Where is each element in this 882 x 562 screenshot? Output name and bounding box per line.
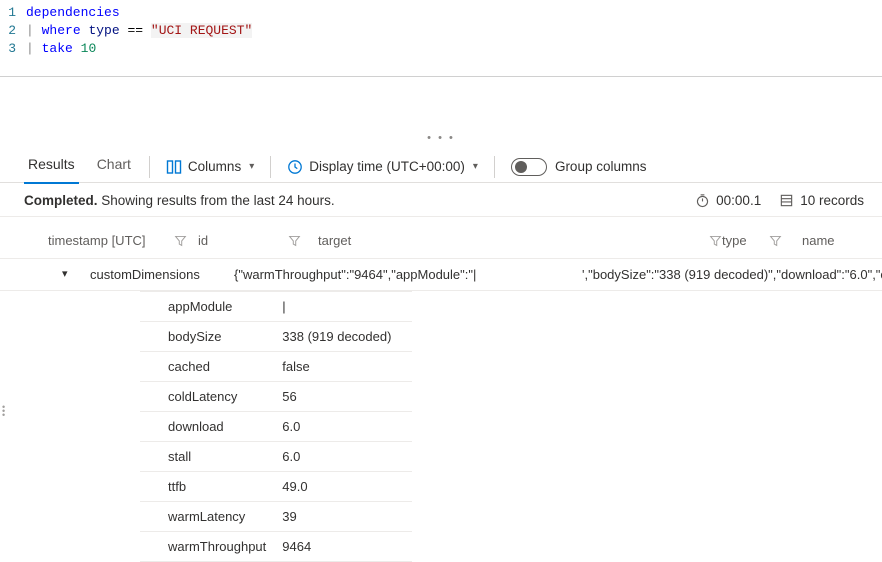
detail-value: | [282, 292, 412, 322]
detail-value: 6.0 [282, 412, 412, 442]
expanded-row-customdimensions[interactable]: ▾ customDimensions {"warmThroughput":"94… [0, 259, 882, 291]
take-keyword: take [42, 41, 73, 56]
separator [494, 156, 495, 178]
col-header-target[interactable]: target [318, 233, 351, 248]
display-time-label: Display time (UTC+00:00) [309, 159, 465, 174]
group-columns-label: Group columns [555, 159, 647, 174]
chevron-down-icon: ▾ [473, 161, 478, 172]
detail-row: warmThroughput9464 [140, 532, 412, 562]
separator [149, 156, 150, 178]
detail-row: download6.0 [140, 412, 412, 442]
columns-button[interactable]: Columns ▾ [164, 157, 256, 177]
tab-results[interactable]: Results [24, 150, 79, 184]
elapsed-time: 00:00.1 [716, 193, 761, 208]
detail-value: 39 [282, 502, 412, 532]
status-completed: Completed. [24, 193, 98, 208]
status-message: Showing results from the last 24 hours. [101, 193, 334, 208]
filter-icon[interactable] [174, 234, 187, 247]
detail-key: warmLatency [140, 502, 282, 532]
detail-key: stall [140, 442, 282, 472]
detail-key: warmThroughput [140, 532, 282, 562]
detail-key: appModule [140, 292, 282, 322]
detail-row: warmLatency39 [140, 502, 412, 532]
status-bar: Completed. Showing results from the last… [0, 183, 882, 217]
where-op: == [127, 23, 143, 38]
detail-row: stall6.0 [140, 442, 412, 472]
where-string: "UCI REQUEST" [151, 23, 252, 38]
separator [270, 156, 271, 178]
display-time-button[interactable]: Display time (UTC+00:00) ▾ [285, 157, 480, 177]
filter-icon[interactable] [769, 234, 782, 247]
toggle-off[interactable] [511, 158, 547, 176]
take-number: 10 [81, 41, 97, 56]
pipe-token: | [26, 41, 42, 56]
expanded-row-key: customDimensions [90, 267, 234, 282]
chevron-down-icon[interactable]: ▾ [62, 267, 76, 280]
results-grid-header: timestamp [UTC] id target type name [0, 217, 882, 259]
query-editor[interactable]: 1 dependencies 2 | where type == "UCI RE… [0, 0, 882, 83]
tab-chart[interactable]: Chart [93, 150, 135, 184]
detail-key: ttfb [140, 472, 282, 502]
detail-value: 56 [282, 382, 412, 412]
results-toolbar: Results Chart Columns ▾ Display time (UT… [0, 145, 882, 183]
detail-key: cached [140, 352, 282, 382]
detail-value: 9464 [282, 532, 412, 562]
pipe-token: | [26, 23, 42, 38]
vertical-drag-icon[interactable]: ••• [2, 405, 5, 417]
col-header-name[interactable]: name [802, 233, 835, 248]
query-token-table: dependencies [26, 5, 120, 20]
detail-key: download [140, 412, 282, 442]
clock-icon [287, 159, 303, 175]
expanded-row-json-right: ',"bodySize":"338 (919 decoded)","downlo… [582, 267, 882, 282]
where-column: type [88, 23, 119, 38]
where-keyword: where [42, 23, 81, 38]
gutter-line-1: 1 [0, 4, 26, 22]
detail-value: 338 (919 decoded) [282, 322, 412, 352]
detail-row: cachedfalse [140, 352, 412, 382]
col-header-timestamp[interactable]: timestamp [UTC] [48, 233, 146, 248]
detail-row: bodySize338 (919 decoded) [140, 322, 412, 352]
gutter-line-3: 3 [0, 40, 26, 58]
record-count: 10 records [800, 193, 864, 208]
gutter-line-2: 2 [0, 22, 26, 40]
stopwatch-icon [695, 193, 710, 208]
detail-row: ttfb49.0 [140, 472, 412, 502]
detail-value: 49.0 [282, 472, 412, 502]
detail-row: appModule| [140, 292, 412, 322]
col-header-type[interactable]: type [722, 233, 747, 248]
expanded-row-json-left: {"warmThroughput":"9464","appModule":"| [234, 267, 522, 282]
chevron-down-icon: ▾ [249, 161, 254, 172]
records-icon [779, 193, 794, 208]
customdimensions-detail-table: appModule|bodySize338 (919 decoded)cache… [140, 291, 412, 562]
group-columns-toggle[interactable]: Group columns [509, 156, 649, 178]
columns-icon [166, 159, 182, 175]
detail-value: 6.0 [282, 442, 412, 472]
detail-value: false [282, 352, 412, 382]
filter-icon[interactable] [288, 234, 301, 247]
detail-key: bodySize [140, 322, 282, 352]
pane-splitter[interactable]: • • • [0, 131, 882, 145]
detail-key: coldLatency [140, 382, 282, 412]
columns-label: Columns [188, 159, 241, 174]
detail-row: coldLatency56 [140, 382, 412, 412]
col-header-id[interactable]: id [198, 233, 208, 248]
filter-icon[interactable] [709, 234, 722, 247]
